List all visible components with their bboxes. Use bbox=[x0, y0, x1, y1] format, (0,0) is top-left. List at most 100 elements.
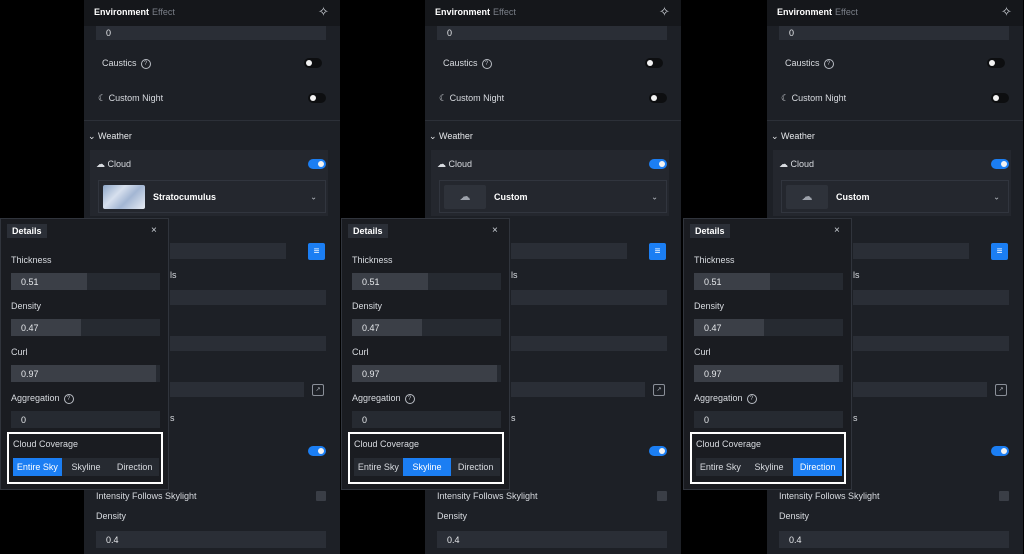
custom-night-toggle[interactable] bbox=[308, 93, 326, 103]
sparkle-icon[interactable]: ✧ bbox=[318, 4, 329, 20]
density-field[interactable]: 0.4 bbox=[779, 531, 1009, 548]
thickness-slider[interactable]: 0.51 bbox=[11, 273, 160, 290]
curl-slider[interactable]: 0.97 bbox=[352, 365, 501, 382]
sliders-icon[interactable]: ≡ bbox=[308, 243, 325, 260]
intensity-checkbox[interactable] bbox=[657, 491, 667, 501]
partial-label-2: s bbox=[853, 413, 858, 423]
density-slider[interactable]: 0.47 bbox=[11, 319, 160, 336]
cloud-icon: ☁ bbox=[437, 159, 446, 169]
moon-icon: ☾ bbox=[439, 93, 448, 103]
cloud-toggle[interactable] bbox=[991, 159, 1009, 169]
coverage-direction[interactable]: Direction bbox=[451, 458, 500, 476]
custom-night-toggle[interactable] bbox=[991, 93, 1009, 103]
cloud-preset-dropdown[interactable]: Stratocumulus ⌄ bbox=[98, 180, 326, 213]
weather-section-header[interactable]: ⌄ Weather bbox=[771, 131, 815, 142]
partial-field-3[interactable] bbox=[511, 382, 645, 397]
screenshot-panel-1: Environment Effect ✧ 0 Caustics? ☾ Custo… bbox=[0, 0, 341, 554]
density-field[interactable]: 0.4 bbox=[437, 531, 667, 548]
coverage-skyline[interactable]: Skyline bbox=[402, 458, 452, 476]
coverage-entire-sky[interactable]: Entire Sky bbox=[13, 458, 62, 476]
caustics-toggle[interactable] bbox=[645, 58, 663, 68]
partial-field-1[interactable] bbox=[853, 290, 1009, 305]
curl-slider[interactable]: 0.97 bbox=[694, 365, 843, 382]
cloud-toggle[interactable] bbox=[308, 159, 326, 169]
partial-field-3[interactable] bbox=[853, 382, 987, 397]
sky-thumbnail bbox=[103, 185, 145, 209]
close-icon[interactable]: × bbox=[492, 225, 498, 236]
density-label: Density bbox=[96, 511, 127, 521]
density-label: Density bbox=[437, 511, 468, 521]
aggregation-field[interactable]: 0 bbox=[11, 411, 160, 428]
density-detail-label: Density bbox=[694, 301, 725, 311]
partial-field-2[interactable] bbox=[511, 336, 667, 351]
tab-environment[interactable]: Environment bbox=[777, 7, 832, 17]
thickness-slider[interactable]: 0.51 bbox=[352, 273, 501, 290]
top-value-field[interactable]: 0 bbox=[437, 26, 667, 40]
coverage-direction[interactable]: Direction bbox=[793, 458, 843, 476]
tab-effect[interactable]: Effect bbox=[835, 7, 858, 17]
secondary-toggle[interactable] bbox=[991, 446, 1009, 456]
curl-slider[interactable]: 0.97 bbox=[11, 365, 160, 382]
coverage-entire-sky[interactable]: Entire Sky bbox=[354, 458, 403, 476]
aggregation-field[interactable]: 0 bbox=[694, 411, 843, 428]
cloud-coverage-group: Cloud Coverage Entire Sky Skyline Direct… bbox=[348, 432, 504, 484]
partial-field-1[interactable] bbox=[170, 290, 326, 305]
custom-night-label: ☾ Custom Night bbox=[781, 93, 847, 103]
blank-field[interactable] bbox=[170, 243, 286, 259]
sparkle-icon[interactable]: ✧ bbox=[1001, 4, 1012, 20]
weather-section-header[interactable]: ⌄ Weather bbox=[429, 131, 473, 142]
coverage-skyline[interactable]: Skyline bbox=[62, 458, 111, 476]
intensity-label: Intensity Follows Skylight bbox=[96, 491, 197, 501]
thickness-slider[interactable]: 0.51 bbox=[694, 273, 843, 290]
top-value-field[interactable]: 0 bbox=[779, 26, 1009, 40]
tab-environment[interactable]: Environment bbox=[435, 7, 490, 17]
density-slider[interactable]: 0.47 bbox=[694, 319, 843, 336]
expand-icon[interactable]: ↗ bbox=[312, 384, 324, 396]
blank-field[interactable] bbox=[853, 243, 969, 259]
partial-field-2[interactable] bbox=[170, 336, 326, 351]
coverage-entire-sky[interactable]: Entire Sky bbox=[696, 458, 745, 476]
cloud-toggle[interactable] bbox=[649, 159, 667, 169]
chevron-down-icon: ⌄ bbox=[651, 192, 658, 201]
expand-icon[interactable]: ↗ bbox=[995, 384, 1007, 396]
custom-night-toggle[interactable] bbox=[649, 93, 667, 103]
aggregation-field[interactable]: 0 bbox=[352, 411, 501, 428]
custom-cloud-icon: ☁ bbox=[786, 185, 828, 209]
tab-environment[interactable]: Environment bbox=[94, 7, 149, 17]
help-icon: ? bbox=[63, 393, 74, 404]
close-icon[interactable]: × bbox=[151, 225, 157, 236]
close-icon[interactable]: × bbox=[834, 225, 840, 236]
divider bbox=[84, 120, 340, 121]
intensity-checkbox[interactable] bbox=[999, 491, 1009, 501]
sliders-icon[interactable]: ≡ bbox=[649, 243, 666, 260]
secondary-toggle[interactable] bbox=[308, 446, 326, 456]
top-value-field[interactable]: 0 bbox=[96, 26, 326, 40]
coverage-direction[interactable]: Direction bbox=[110, 458, 159, 476]
caustics-toggle[interactable] bbox=[304, 58, 322, 68]
intensity-checkbox[interactable] bbox=[316, 491, 326, 501]
tab-effect[interactable]: Effect bbox=[152, 7, 175, 17]
aggregation-label: Aggregation? bbox=[694, 393, 757, 404]
partial-field-2[interactable] bbox=[853, 336, 1009, 351]
preset-label: Custom bbox=[494, 191, 528, 202]
density-field[interactable]: 0.4 bbox=[96, 531, 326, 548]
blank-field[interactable] bbox=[511, 243, 627, 259]
caustics-toggle[interactable] bbox=[987, 58, 1005, 68]
custom-night-label: ☾ Custom Night bbox=[439, 93, 505, 103]
coverage-skyline[interactable]: Skyline bbox=[745, 458, 794, 476]
partial-field-1[interactable] bbox=[511, 290, 667, 305]
secondary-toggle[interactable] bbox=[649, 446, 667, 456]
density-slider[interactable]: 0.47 bbox=[352, 319, 501, 336]
expand-icon[interactable]: ↗ bbox=[653, 384, 665, 396]
partial-label: ls bbox=[511, 270, 518, 280]
sparkle-icon[interactable]: ✧ bbox=[659, 4, 670, 20]
sliders-icon[interactable]: ≡ bbox=[991, 243, 1008, 260]
intensity-label: Intensity Follows Skylight bbox=[779, 491, 880, 501]
cloud-preset-dropdown[interactable]: ☁ Custom ⌄ bbox=[781, 180, 1009, 213]
cloud-preset-dropdown[interactable]: ☁ Custom ⌄ bbox=[439, 180, 667, 213]
partial-label: ls bbox=[170, 270, 177, 280]
weather-section-header[interactable]: ⌄ Weather bbox=[88, 131, 132, 142]
tab-effect[interactable]: Effect bbox=[493, 7, 516, 17]
partial-field-3[interactable] bbox=[170, 382, 304, 397]
caustics-label: Caustics? bbox=[102, 58, 151, 69]
